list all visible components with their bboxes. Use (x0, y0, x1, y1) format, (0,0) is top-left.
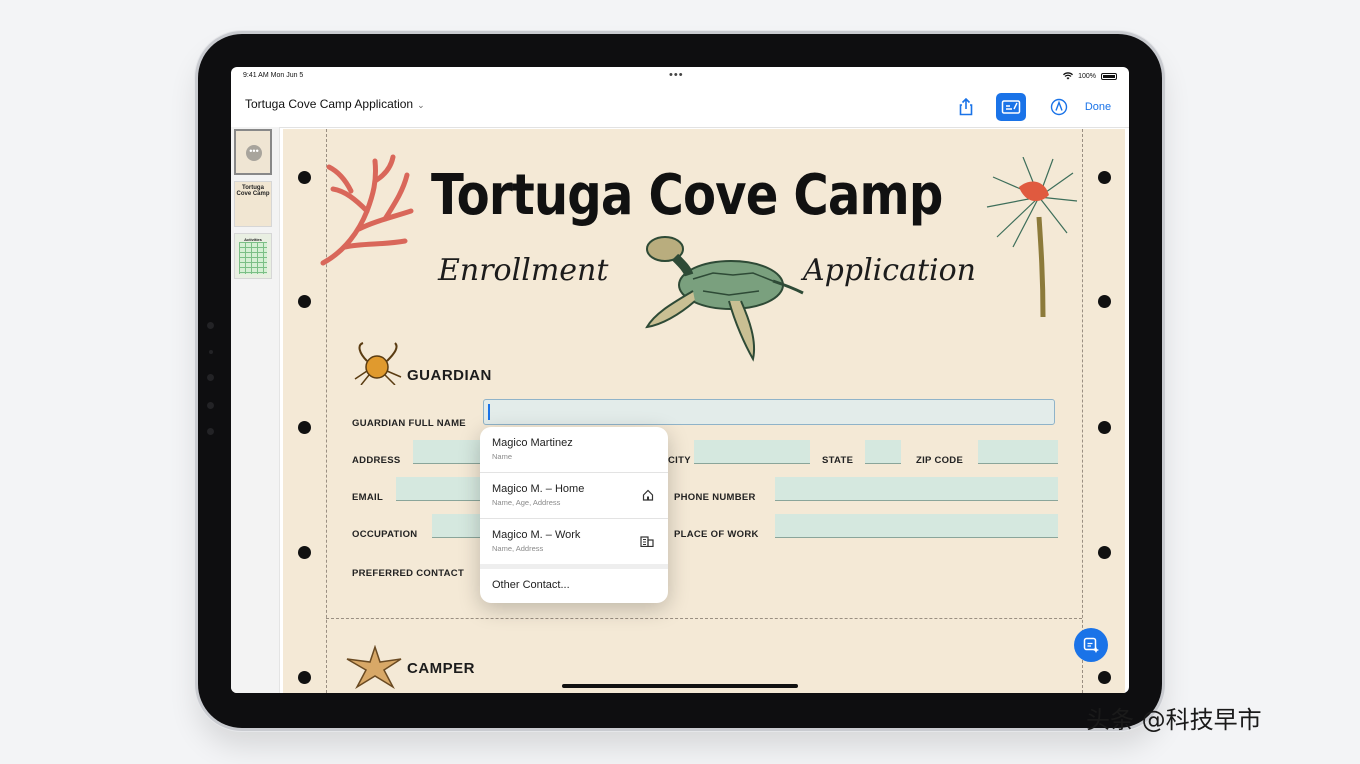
thumbnail-page-3[interactable]: Activities (234, 233, 272, 279)
guardian-section-title: GUARDIAN (407, 367, 492, 384)
occupation-field[interactable] (432, 514, 485, 538)
guardian-full-name-field[interactable] (483, 399, 1055, 425)
binder-hole (298, 421, 311, 434)
divider (480, 472, 668, 473)
battery-icon (1101, 72, 1117, 80)
battery-percent: 100% (1078, 72, 1096, 80)
page-thumbnails-sidebar: ••• Tortuga Cove Camp Activities (231, 127, 280, 693)
autofill-option-magico-martinez[interactable]: Magico Martinez Name (480, 437, 668, 461)
pencil-tip-circle-icon (1050, 98, 1068, 116)
screen: 9:41 AM Mon Jun 5 ••• 100% Tortuga Cove … (231, 67, 1129, 693)
thumbnail-grid (239, 242, 267, 274)
perforation-line (1082, 129, 1083, 693)
form-subtitle-enrollment: Enrollment (438, 253, 609, 288)
phone-number-field[interactable] (775, 477, 1058, 501)
form-subtitle-application: Application (803, 253, 976, 288)
zip-code-field[interactable] (978, 440, 1058, 464)
markup-button[interactable] (1046, 93, 1072, 121)
binder-hole (298, 295, 311, 308)
autofill-option-work[interactable]: Magico M. – Work Name, Address (480, 529, 668, 569)
share-button[interactable] (953, 93, 979, 121)
scan-text-icon (1083, 637, 1099, 653)
document-title-text: Tortuga Cove Camp Application (245, 97, 414, 111)
binder-hole (1098, 171, 1111, 184)
autofill-other-contact-label: Other Contact... (492, 579, 570, 591)
autofill-form-button[interactable] (996, 93, 1026, 121)
watermark: 头条 @科技早市 (1086, 706, 1262, 734)
more-icon[interactable]: ••• (246, 145, 262, 161)
divider (480, 564, 668, 569)
autofill-popover: Magico Martinez Name Magico M. – Home Na… (480, 427, 668, 603)
camper-section-title: CAMPER (407, 660, 476, 677)
label-email: EMAIL (352, 492, 384, 503)
binder-hole (1098, 546, 1111, 559)
perforation-line (326, 618, 1082, 619)
state-field[interactable] (865, 440, 901, 464)
autofill-option-name: Magico Martinez (492, 437, 573, 449)
live-text-button[interactable] (1074, 628, 1108, 662)
binder-hole (298, 171, 311, 184)
toolbar: Tortuga Cove Camp Application ⌄ Done (231, 85, 1129, 128)
place-of-work-field[interactable] (775, 514, 1058, 538)
sea-anemone-illustration (986, 157, 1078, 318)
label-city: CITY (668, 455, 691, 466)
label-place-of-work: PLACE OF WORK (674, 529, 759, 540)
binder-hole (1098, 671, 1111, 684)
address-field[interactable] (413, 440, 485, 464)
binder-hole (298, 546, 311, 559)
form-fill-icon (1001, 100, 1021, 114)
binder-hole (1098, 295, 1111, 308)
side-camera-strip (205, 320, 215, 440)
document-title[interactable]: Tortuga Cove Camp Application ⌄ (245, 97, 425, 111)
label-occupation: OCCUPATION (352, 529, 418, 540)
autofill-other-contact[interactable]: Other Contact... (480, 579, 668, 591)
sea-turtle-illustration (645, 236, 804, 362)
thumbnail-page-2[interactable]: Tortuga Cove Camp (234, 181, 272, 227)
crab-illustration (354, 342, 402, 385)
text-caret (488, 404, 490, 420)
chevron-down-icon: ⌄ (417, 100, 425, 110)
autofill-option-home[interactable]: Magico M. – Home Name, Age, Address (480, 483, 668, 523)
label-state: STATE (822, 455, 854, 466)
label-phone-number: PHONE NUMBER (674, 492, 756, 503)
share-icon (959, 98, 973, 116)
binder-hole (298, 671, 311, 684)
thumbnail-page-1[interactable]: ••• (234, 129, 272, 175)
thumbnail-label: Tortuga Cove Camp (236, 185, 270, 197)
status-time: 9:41 AM Mon Jun 5 (243, 72, 304, 79)
binder-hole (1098, 421, 1111, 434)
status-bar: 9:41 AM Mon Jun 5 ••• 100% (231, 67, 1129, 85)
form-title: Tortuga Cove Camp (431, 163, 943, 228)
form-page: Tortuga Cove Camp Enrollment Application… (283, 129, 1125, 693)
multitasking-dots[interactable]: ••• (669, 69, 684, 81)
label-guardian-full-name: GUARDIAN FULL NAME (352, 418, 466, 429)
label-preferred-contact: PREFERRED CONTACT (352, 568, 465, 579)
divider (480, 518, 668, 519)
house-icon (642, 489, 654, 501)
email-field[interactable] (396, 477, 485, 501)
starfish-illustration (346, 645, 402, 689)
building-icon (640, 536, 654, 547)
autofill-option-detail: Name (492, 452, 513, 461)
wifi-icon (1063, 72, 1074, 80)
coral-illustration (320, 154, 414, 266)
done-button[interactable]: Done (1079, 93, 1117, 121)
home-indicator[interactable] (562, 684, 798, 688)
city-field[interactable] (694, 440, 810, 464)
label-address: ADDRESS (352, 455, 401, 466)
label-zip-code: ZIP CODE (916, 455, 964, 466)
